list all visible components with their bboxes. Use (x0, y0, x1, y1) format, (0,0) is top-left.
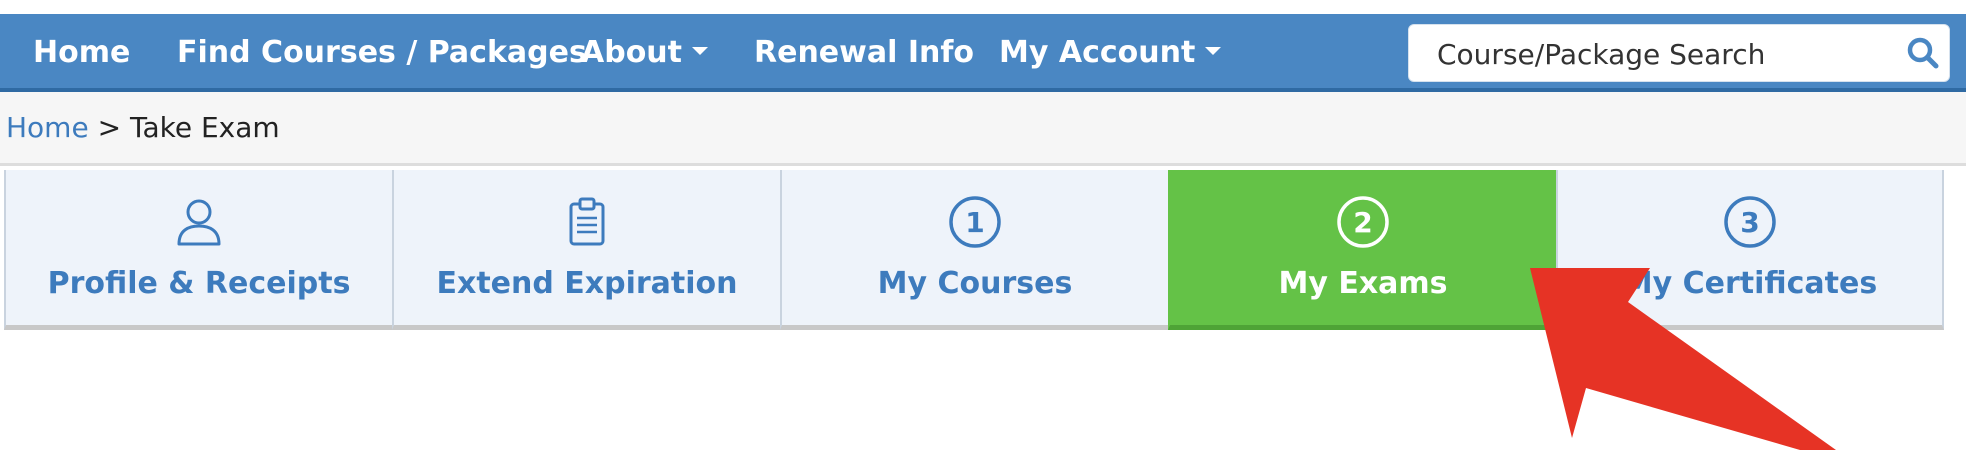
tab-extend-expiration[interactable]: Extend Expiration (392, 170, 780, 330)
step-3-icon: 3 (1724, 196, 1776, 248)
search-input[interactable] (1409, 25, 1899, 83)
nav-my-account-label: My Account (999, 35, 1196, 70)
nav-renewal-info-label: Renewal Info (754, 35, 975, 70)
nav-find-courses-label: Find Courses / Packages (177, 35, 587, 70)
nav-my-account-dropdown[interactable]: My Account (999, 14, 1222, 92)
nav-about-dropdown[interactable]: About (581, 14, 709, 92)
annotation-arrow-icon (1530, 268, 1836, 450)
chevron-down-icon (1205, 46, 1222, 55)
tab-my-exams-label: My Exams (1278, 266, 1448, 301)
clipboard-icon (569, 197, 605, 246)
breadcrumb-home-link[interactable]: Home (6, 111, 89, 144)
breadcrumb-current: Take Exam (129, 111, 280, 144)
nav-home-label: Home (33, 35, 131, 70)
svg-text:2: 2 (1353, 206, 1372, 239)
nav-about-label: About (581, 35, 683, 70)
nav-find-courses[interactable]: Find Courses / Packages (177, 14, 587, 92)
user-icon (177, 199, 221, 246)
search-icon (1907, 37, 1939, 69)
breadcrumb: Home > Take Exam (6, 92, 280, 164)
tab-profile-receipts[interactable]: Profile & Receipts (4, 170, 392, 330)
main-navbar: Home Find Courses / Packages About Renew… (0, 14, 1966, 92)
chevron-down-icon (692, 46, 709, 55)
tab-my-courses-label: My Courses (877, 266, 1073, 301)
breadcrumb-bar: Home > Take Exam (0, 92, 1966, 166)
nav-home[interactable]: Home (33, 14, 130, 92)
tab-my-courses[interactable]: 1 My Courses (780, 170, 1168, 330)
breadcrumb-separator: > (97, 111, 122, 144)
svg-text:1: 1 (965, 206, 984, 239)
svg-text:3: 3 (1740, 206, 1759, 239)
step-2-icon: 2 (1337, 196, 1389, 248)
tab-extend-expiration-label: Extend Expiration (436, 266, 738, 301)
search-button[interactable] (1903, 33, 1943, 73)
tab-my-exams[interactable]: 2 My Exams (1168, 170, 1556, 330)
search-box (1408, 24, 1950, 83)
tab-profile-receipts-label: Profile & Receipts (47, 266, 351, 301)
nav-renewal-info[interactable]: Renewal Info (754, 14, 974, 92)
step-1-icon: 1 (949, 196, 1001, 248)
top-strip (0, 0, 1966, 14)
